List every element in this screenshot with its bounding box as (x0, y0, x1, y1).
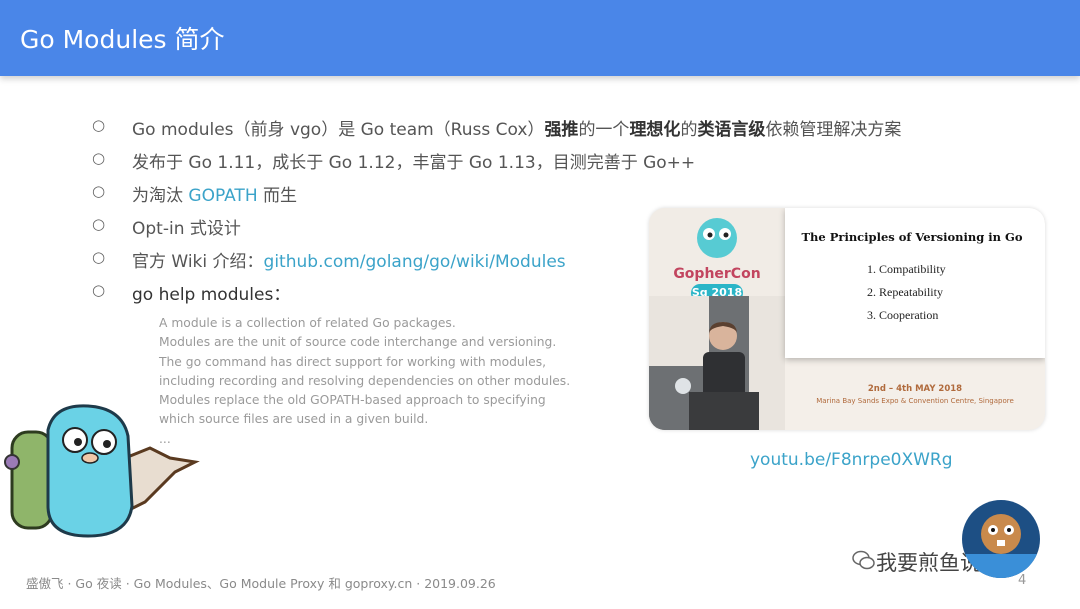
slide-panel: The Principles of Versioning in Go 1. Co… (785, 208, 1045, 358)
event-dates: 2nd – 4th MAY 2018 (867, 384, 963, 394)
gopher-mascot-icon (4, 404, 200, 538)
plain-text: Opt-in 式设计 (132, 219, 241, 239)
slide-title: Go Modules 简介 (20, 25, 225, 54)
help-line: including recording and resolving depend… (159, 373, 571, 388)
help-line: The go command has direct support for wo… (159, 354, 547, 369)
page-number: 4 (1018, 573, 1027, 588)
conference-banner: GopherCon Sg 2018 (649, 208, 785, 430)
bullet-text: 官方 Wiki 介绍：github.com/golang/go/wiki/Mod… (132, 247, 566, 272)
help-line: Modules replace the old GOPATH-based app… (159, 393, 546, 408)
plain-text: 为淘汰 (132, 186, 189, 206)
bullet-marker: ○ (92, 248, 106, 266)
inline-link[interactable]: GOPATH (188, 186, 257, 206)
plain-text: 依赖管理解决方案 (765, 120, 902, 140)
principle-item: 2. Repeatability (867, 285, 943, 299)
wechat-icon (852, 550, 875, 570)
youtube-link[interactable]: youtu.be/F8nrpe0XWRg (750, 450, 953, 470)
help-output: A module is a collection of related Go p… (159, 314, 570, 449)
bullet-text: 为淘汰 GOPATH 而生 (132, 181, 297, 206)
speaker-photo (649, 296, 785, 430)
plain-text: 而生 (257, 186, 298, 206)
plain-text: 发布于 Go 1.11，成长于 Go 1.12，丰富于 Go 1.13，目测完善… (132, 153, 696, 173)
help-line: Modules are the unit of source code inte… (159, 335, 557, 350)
bullet-marker: ○ (92, 215, 106, 233)
command-text: go help modules： (132, 285, 291, 305)
conference-name: GopherCon (673, 266, 761, 282)
help-line: which source files are used in a given b… (159, 412, 429, 427)
plain-text: Go modules（前身 vgo）是 Go team（Russ Cox） (132, 120, 545, 140)
slide-footer: 盛傲飞 · Go 夜读 · Go Modules、Go Module Proxy… (26, 576, 496, 591)
plain-text: 的一个 (578, 120, 630, 140)
principle-item: 3. Cooperation (867, 308, 939, 322)
bullet-text: Go modules（前身 vgo）是 Go team（Russ Cox）强推的… (132, 115, 901, 140)
emphasis-text: 类语言级 (697, 120, 766, 140)
help-line: A module is a collection of related Go p… (159, 316, 456, 330)
event-venue: Marina Bay Sands Expo & Convention Centr… (816, 397, 1014, 405)
bullet-text: go help modules： (132, 280, 290, 305)
bullet-marker: ○ (92, 182, 106, 200)
principle-item: 1. Compatibility (867, 262, 946, 276)
inline-link[interactable]: github.com/golang/go/wiki/Modules (264, 252, 566, 272)
emphasis-text: 理想化 (629, 120, 681, 140)
bullet-marker: ○ (92, 116, 106, 134)
bullet-text: Opt-in 式设计 (132, 214, 241, 239)
beaver-avatar-icon (962, 514, 1040, 578)
avatar (962, 500, 1040, 578)
bullet-marker: ○ (92, 281, 106, 299)
bullet-text: 发布于 Go 1.11，成长于 Go 1.12，丰富于 Go 1.13，目测完善… (132, 148, 695, 173)
help-line: ... (159, 431, 171, 446)
plain-text: 的 (680, 120, 698, 140)
principles-list: 1. Compatibility 2. Repeatability 3. Coope… (867, 258, 946, 327)
plain-text: 官方 Wiki 介绍： (132, 252, 264, 272)
slide-header: Go Modules 简介 (0, 0, 1080, 76)
emphasis-text: 强推 (544, 120, 579, 140)
speaker-image (649, 296, 785, 430)
panel-title: The Principles of Versioning in Go (801, 230, 1023, 244)
video-thumbnail[interactable]: GopherCon Sg 2018 The Principles of Vers… (649, 208, 1045, 430)
bullet-marker: ○ (92, 149, 106, 167)
